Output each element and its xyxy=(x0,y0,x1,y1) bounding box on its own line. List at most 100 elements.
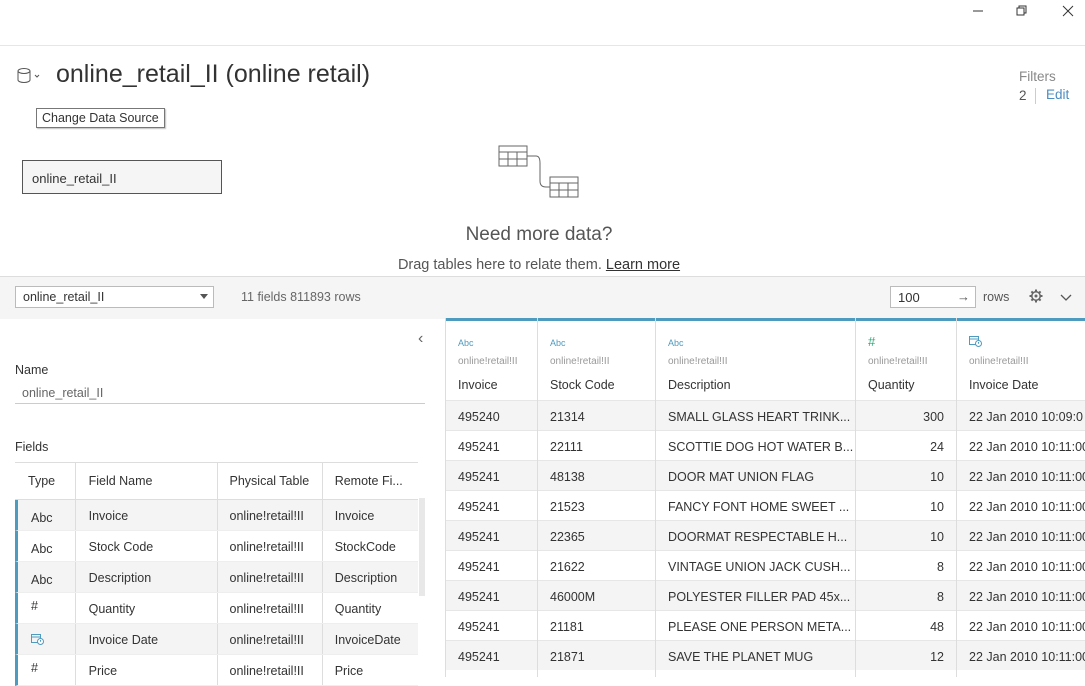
grid-cell: 495240 xyxy=(446,400,537,430)
field-name-cell[interactable]: Description xyxy=(74,562,217,592)
grid-column: Abc online!retail!II Description SMALL GLAS… xyxy=(656,318,856,677)
column-header-remote-field[interactable]: Remote Fi... xyxy=(321,463,418,499)
grid-cell: 22 Jan 2010 10:11:00 xyxy=(957,490,1085,520)
arrow-right-icon[interactable]: → xyxy=(957,289,970,304)
remote-field-cell: InvoiceDate xyxy=(321,624,418,654)
grid-cell: 495241 xyxy=(446,460,537,490)
datasource-title[interactable]: online_retail_II (online retail) xyxy=(56,60,370,89)
relate-tables-icon xyxy=(498,145,582,206)
remote-field-cell: StockCode xyxy=(321,531,418,561)
minimize-button[interactable] xyxy=(956,0,1000,22)
grid-cell: 495241 xyxy=(446,490,537,520)
grid-cell: FANCY FONT HOME SWEET ... xyxy=(656,490,855,520)
datetime-type-icon[interactable] xyxy=(969,335,982,349)
number-type-icon[interactable]: # xyxy=(868,334,875,349)
column-name[interactable]: Stock Code xyxy=(550,378,615,392)
field-name-cell[interactable]: Quantity xyxy=(74,593,217,623)
string-type-icon[interactable]: Abc xyxy=(550,338,566,348)
grid-cell: 22 Jan 2010 10:11:00 xyxy=(957,460,1085,490)
column-source-table: online!retail!II xyxy=(668,356,728,367)
fields-rows-count: 11 fields 811893 rows xyxy=(241,290,361,304)
grid-cell: 495241 xyxy=(446,430,537,460)
settings-button[interactable] xyxy=(1029,289,1043,308)
column-name[interactable]: Invoice Date xyxy=(969,378,1038,392)
grid-cell: 495241 xyxy=(446,520,537,550)
number-type-icon[interactable]: # xyxy=(18,655,75,685)
table-select[interactable]: online_retail_II xyxy=(15,286,214,308)
collapse-pane-chevron-icon[interactable]: ‹ xyxy=(418,330,423,348)
field-row[interactable]: Abc Invoice online!retail!II Invoice xyxy=(15,500,418,531)
header-divider xyxy=(0,45,1085,46)
restore-button[interactable] xyxy=(1000,0,1044,22)
metadata-pane: ‹ Name online_retail_II Fields Type Fiel… xyxy=(0,318,445,686)
column-name[interactable]: Quantity xyxy=(868,378,915,392)
grid-cell: 21622 xyxy=(538,550,655,580)
minimize-icon xyxy=(973,10,983,12)
grid-cell: SAVE THE PLANET MUG xyxy=(656,640,855,670)
grid-cell: VINTAGE UNION JACK CUSH... xyxy=(656,550,855,580)
grid-column-header[interactable]: Abc online!retail!II Invoice xyxy=(446,318,537,400)
remote-field-cell: Quantity xyxy=(321,593,418,623)
grid-cell: DOORMAT RESPECTABLE H... xyxy=(656,520,855,550)
grid-column-header[interactable]: Abc online!retail!II Stock Code xyxy=(538,318,655,400)
field-row[interactable]: # Quantity online!retail!II Quantity xyxy=(15,593,418,624)
field-name-cell[interactable]: Invoice xyxy=(74,500,217,530)
grid-cell: 24 xyxy=(856,430,956,460)
field-row[interactable]: # Price online!retail!II Price xyxy=(15,655,418,686)
grid-cell: 10 xyxy=(856,460,956,490)
physical-table-cell: online!retail!II xyxy=(216,593,322,623)
number-type-icon[interactable]: # xyxy=(18,593,75,623)
canvas-table-chip[interactable]: online_retail_II xyxy=(22,160,222,194)
database-icon xyxy=(17,68,40,83)
grid-cell: 22 Jan 2010 10:09:0 xyxy=(957,400,1085,430)
grid-cell: 22 Jan 2010 10:11:00 xyxy=(957,580,1085,610)
physical-table-cell: online!retail!II xyxy=(216,500,322,530)
field-row[interactable]: Abc Stock Code online!retail!II StockCode xyxy=(15,531,418,562)
string-type-icon[interactable]: Abc xyxy=(18,562,75,592)
remote-field-cell: Price xyxy=(321,655,418,685)
datetime-type-icon[interactable] xyxy=(18,624,75,654)
grid-cell: 495241 xyxy=(446,580,537,610)
grid-cell: 300 xyxy=(856,400,956,430)
string-type-icon[interactable]: Abc xyxy=(668,338,684,348)
datasource-menu[interactable] xyxy=(16,68,42,89)
filters-edit-link[interactable]: Edit xyxy=(1046,87,1069,102)
column-source-table: online!retail!II xyxy=(868,356,928,367)
field-row[interactable]: Invoice Date online!retail!II InvoiceDate xyxy=(15,624,418,655)
rows-label: rows xyxy=(983,290,1010,304)
filters-divider xyxy=(1035,88,1036,104)
grid-cell: 48 xyxy=(856,610,956,640)
data-grid-toolbar: online_retail_II 11 fields 811893 rows 1… xyxy=(0,276,1085,319)
grid-column-header[interactable]: online!retail!II Invoice Date xyxy=(957,318,1085,400)
grid-column: online!retail!II Invoice Date 22 Jan 2010 … xyxy=(957,318,1085,677)
field-name-cell[interactable]: Invoice Date xyxy=(74,624,217,654)
learn-more-link[interactable]: Learn more xyxy=(606,257,680,273)
expand-button[interactable] xyxy=(1060,290,1072,308)
grid-cell: 48138 xyxy=(538,460,655,490)
string-type-icon[interactable]: Abc xyxy=(18,531,75,561)
field-row[interactable]: Abc Description online!retail!II Descriptio… xyxy=(15,562,418,593)
name-field[interactable]: online_retail_II xyxy=(15,380,425,404)
grid-column: Abc online!retail!II Stock Code 21314 22111 4… xyxy=(538,318,656,677)
gear-icon xyxy=(1029,289,1043,303)
close-button[interactable] xyxy=(1046,0,1085,22)
fields-scrollbar[interactable] xyxy=(419,498,425,596)
rows-input[interactable]: 100 → xyxy=(890,286,976,308)
field-name-cell[interactable]: Stock Code xyxy=(74,531,217,561)
string-type-icon[interactable]: Abc xyxy=(458,338,474,348)
grid-cell: 10 xyxy=(856,490,956,520)
column-name[interactable]: Invoice xyxy=(458,378,498,392)
grid-cell: 22 Jan 2010 10:11:00 xyxy=(957,550,1085,580)
grid-cell: 21314 xyxy=(538,400,655,430)
grid-column-header[interactable]: Abc online!retail!II Description xyxy=(656,318,855,400)
grid-column-header[interactable]: # online!retail!II Quantity xyxy=(856,318,956,400)
restore-icon xyxy=(1016,5,1027,16)
column-source-table: online!retail!II xyxy=(969,356,1029,367)
field-name-cell[interactable]: Price xyxy=(74,655,217,685)
column-name[interactable]: Description xyxy=(668,378,731,392)
column-header-physical-table[interactable]: Physical Table xyxy=(216,463,322,499)
grid-cell: DOOR MAT UNION FLAG xyxy=(656,460,855,490)
column-header-field-name[interactable]: Field Name xyxy=(74,463,217,499)
column-header-type[interactable]: Type xyxy=(15,463,75,499)
string-type-icon[interactable]: Abc xyxy=(18,500,75,530)
